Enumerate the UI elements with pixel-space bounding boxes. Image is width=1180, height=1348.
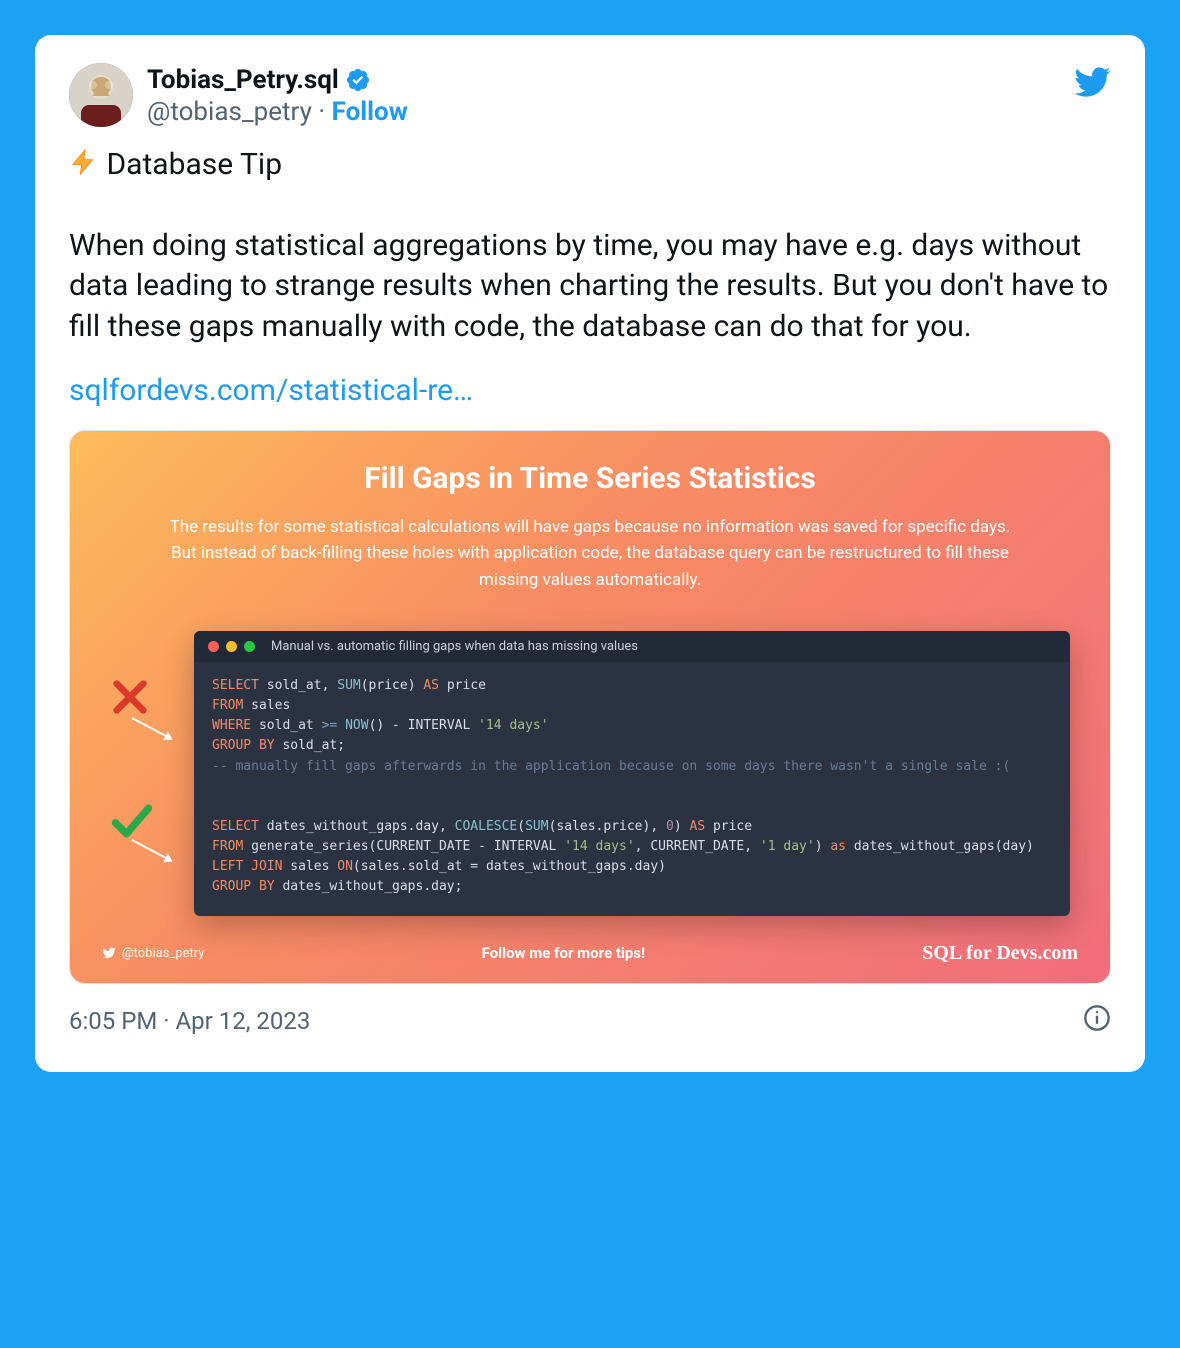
- tweet-link[interactable]: sqlfordevs.com/statistical-re…: [69, 373, 1111, 408]
- tweet-header: Tobias_Petry.sql @tobias_petry · Follow: [69, 63, 1111, 127]
- timestamp[interactable]: 6:05 PM · Apr 12, 2023: [69, 1007, 310, 1035]
- cross-icon: [110, 677, 150, 717]
- follow-link[interactable]: Follow: [332, 97, 408, 127]
- traffic-light-close-icon: [208, 641, 219, 652]
- tweet-text: Database Tip When doing statistical aggr…: [69, 145, 1111, 347]
- lightning-bolt-icon: [69, 147, 99, 177]
- profile-block[interactable]: Tobias_Petry.sql @tobias_petry · Follow: [69, 63, 408, 127]
- code-body: SELECT sold_at, SUM(price) AS price FROM…: [194, 662, 1070, 916]
- display-name[interactable]: Tobias_Petry.sql: [147, 65, 339, 95]
- timestamp-row: 6:05 PM · Apr 12, 2023: [69, 1004, 1111, 1038]
- code-window: Manual vs. automatic filling gaps when d…: [194, 631, 1070, 916]
- check-icon: [110, 799, 150, 839]
- embed-footer: @tobias_petry Follow me for more tips! S…: [92, 942, 1088, 965]
- traffic-light-minimize-icon: [226, 641, 237, 652]
- window-titlebar: Manual vs. automatic filling gaps when d…: [194, 631, 1070, 662]
- info-icon[interactable]: [1083, 1004, 1111, 1038]
- tweet-card: Tobias_Petry.sql @tobias_petry · Follow …: [35, 35, 1145, 1072]
- separator: ·: [312, 97, 332, 127]
- user-handle[interactable]: @tobias_petry: [147, 97, 312, 127]
- twitter-logo-icon[interactable]: [1073, 63, 1111, 105]
- embed-description: The results for some statistical calcula…: [165, 514, 1015, 593]
- embed-footer-tips: Follow me for more tips!: [482, 944, 645, 962]
- embedded-image-card[interactable]: Fill Gaps in Time Series Statistics The …: [69, 430, 1111, 984]
- embed-footer-brand: SQL for Devs.com: [922, 942, 1078, 965]
- embed-footer-handle: @tobias_petry: [102, 946, 204, 961]
- verified-badge-icon: [345, 67, 371, 93]
- embed-title: Fill Gaps in Time Series Statistics: [92, 461, 1088, 496]
- tweet-title-line: Database Tip: [106, 147, 282, 182]
- tweet-paragraph: When doing statistical aggregations by t…: [69, 226, 1111, 348]
- avatar[interactable]: [69, 63, 133, 127]
- window-title: Manual vs. automatic filling gaps when d…: [271, 639, 638, 654]
- traffic-light-zoom-icon: [244, 641, 255, 652]
